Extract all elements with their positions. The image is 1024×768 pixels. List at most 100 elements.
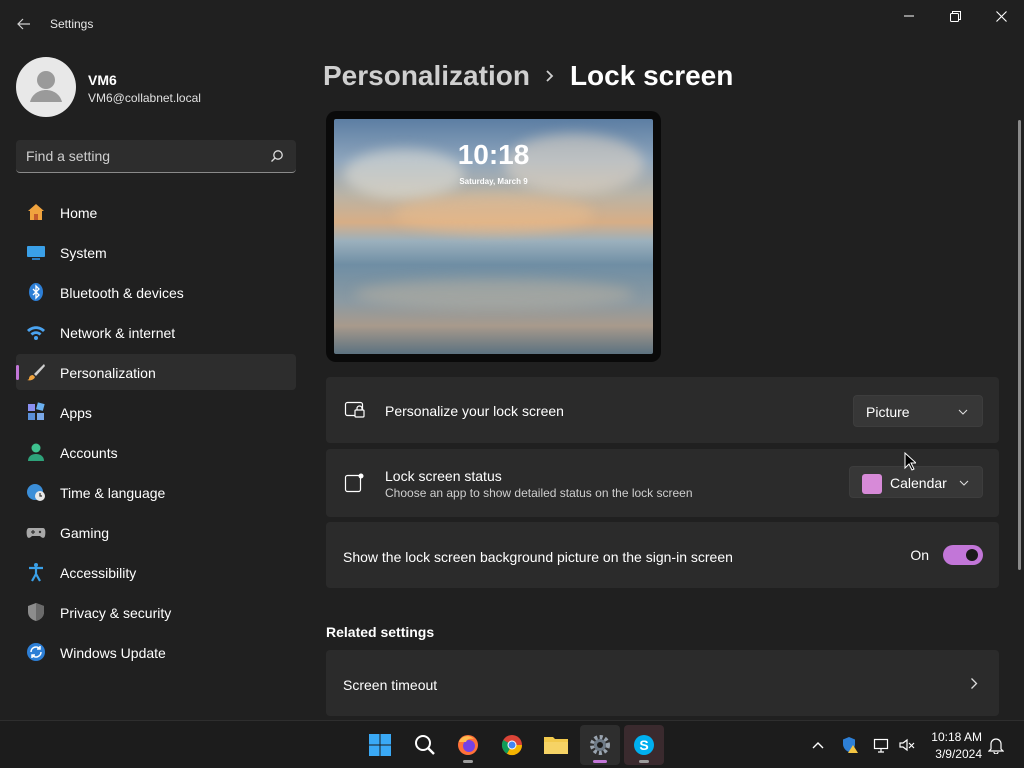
sidebar-nav: Home System Bluetooth & devices Network … <box>16 194 296 674</box>
status-app-dropdown[interactable]: Calendar <box>849 466 983 498</box>
taskbar: S 10:18 AM 3/9/2024 <box>0 720 1024 768</box>
sidebar-item-time-language[interactable]: Time & language <box>16 474 296 510</box>
search-icon[interactable] <box>270 149 284 163</box>
sidebar-item-windows-update[interactable]: Windows Update <box>16 634 296 670</box>
back-arrow-icon <box>17 18 30 30</box>
update-icon <box>27 643 45 661</box>
sidebar-item-accounts[interactable]: Accounts <box>16 434 296 470</box>
sidebar-item-label: Accounts <box>60 445 118 461</box>
user-profile[interactable]: VM6 VM6@collabnet.local <box>16 57 296 117</box>
close-button[interactable] <box>978 0 1024 32</box>
minimize-button[interactable] <box>886 0 932 32</box>
apps-icon <box>28 402 45 420</box>
sidebar-item-privacy[interactable]: Privacy & security <box>16 594 296 630</box>
sidebar-item-bluetooth[interactable]: Bluetooth & devices <box>16 274 296 310</box>
sidebar-item-home[interactable]: Home <box>16 194 296 230</box>
tray-security[interactable] <box>840 735 860 755</box>
search-input[interactable] <box>26 140 266 172</box>
mouse-cursor-icon <box>904 452 916 471</box>
screen-timeout-label: Screen timeout <box>343 677 438 693</box>
sidebar-item-personalization[interactable]: Personalization <box>16 354 296 390</box>
taskbar-search-button[interactable] <box>405 725 445 765</box>
preview-time: 10:18 <box>457 139 530 170</box>
clock-date[interactable]: 3/9/2024 <box>930 747 982 761</box>
lock-screen-picture: 10:18 Saturday, March 9 <box>334 119 653 354</box>
sidebar-item-apps[interactable]: Apps <box>16 394 296 430</box>
svg-text:S: S <box>639 737 648 753</box>
clock-time[interactable]: 10:18 AM <box>930 730 982 744</box>
app-title: Settings <box>50 17 94 31</box>
user-email: VM6@collabnet.local <box>88 91 201 105</box>
sidebar-item-label: Personalization <box>60 365 156 381</box>
chevron-down-icon <box>959 480 969 486</box>
skype-icon: S <box>634 735 654 755</box>
personalize-dropdown-value: Picture <box>866 404 910 420</box>
personalize-lock-screen-title: Personalize your lock screen <box>385 403 564 419</box>
accounts-icon <box>28 443 44 461</box>
user-avatar-icon <box>30 71 62 102</box>
lock-screen-preview: 10:18 Saturday, March 9 <box>326 111 661 362</box>
signin-background-title: Show the lock screen background picture … <box>343 549 733 565</box>
signin-background-card: Show the lock screen background picture … <box>326 522 999 588</box>
preview-date: Saturday, March 9 <box>459 177 528 186</box>
tray-network[interactable] <box>871 735 891 755</box>
bluetooth-icon <box>29 283 43 301</box>
personalize-dropdown[interactable]: Picture <box>853 395 983 427</box>
sidebar-item-label: Windows Update <box>60 645 166 661</box>
sidebar-item-label: Network & internet <box>60 325 176 341</box>
brush-icon <box>27 364 45 381</box>
shield-icon <box>28 603 44 621</box>
sidebar-item-gaming[interactable]: Gaming <box>16 514 296 550</box>
sidebar-item-accessibility[interactable]: Accessibility <box>16 554 296 590</box>
breadcrumb: Personalization Lock screen <box>323 58 733 94</box>
page-title: Lock screen <box>569 60 734 91</box>
scrollbar[interactable] <box>1018 120 1021 570</box>
sidebar-item-label: Bluetooth & devices <box>60 285 184 301</box>
lock-screen-status-card: Lock screen status Choose an app to show… <box>326 449 999 517</box>
chevron-right-icon <box>546 70 554 82</box>
taskbar-firefox[interactable] <box>448 725 488 765</box>
tray-volume[interactable] <box>897 735 917 755</box>
firefox-icon <box>458 735 478 755</box>
screen-timeout-link[interactable]: Screen timeout <box>326 650 999 716</box>
calendar-icon <box>862 474 882 494</box>
taskbar-file-explorer[interactable] <box>536 725 576 765</box>
restore-icon <box>949 10 961 22</box>
lock-screen-icon <box>344 401 365 418</box>
chevron-up-icon <box>812 742 824 749</box>
sidebar-item-label: System <box>60 245 107 261</box>
taskbar-start-button[interactable] <box>360 725 400 765</box>
taskbar-settings[interactable] <box>580 725 620 765</box>
back-button[interactable] <box>10 10 38 38</box>
gamepad-icon <box>26 528 46 538</box>
chevron-down-icon <box>958 409 968 415</box>
breadcrumb-parent[interactable]: Personalization <box>323 60 530 92</box>
network-icon <box>873 738 889 753</box>
taskbar-skype[interactable]: S <box>624 725 664 765</box>
sidebar-item-label: Gaming <box>60 525 110 541</box>
accessibility-icon <box>29 563 43 582</box>
home-icon <box>28 204 44 220</box>
personalize-lock-screen-card: Personalize your lock screen Picture <box>326 377 999 443</box>
sidebar-item-network[interactable]: Network & internet <box>16 314 296 350</box>
start-icon <box>369 734 391 756</box>
sidebar-item-system[interactable]: System <box>16 234 296 270</box>
search-box[interactable] <box>16 140 296 173</box>
sidebar-item-label: Privacy & security <box>60 605 172 621</box>
tray-overflow-button[interactable] <box>808 735 828 755</box>
status-app-dropdown-value: Calendar <box>890 475 947 491</box>
chevron-right-icon <box>971 678 978 689</box>
file-explorer-icon <box>544 737 568 754</box>
sidebar-item-label: Time & language <box>60 485 166 501</box>
taskbar-chrome[interactable] <box>492 725 532 765</box>
avatar <box>16 57 76 117</box>
sidebar-item-label: Apps <box>60 405 92 421</box>
system-icon <box>27 246 45 260</box>
settings-icon <box>590 735 610 755</box>
close-icon <box>995 10 1007 22</box>
restore-button[interactable] <box>932 0 978 32</box>
sidebar-item-label: Accessibility <box>60 565 137 581</box>
notifications-button[interactable] <box>986 735 1006 755</box>
chrome-icon <box>501 735 523 756</box>
signin-background-toggle[interactable] <box>943 545 983 565</box>
